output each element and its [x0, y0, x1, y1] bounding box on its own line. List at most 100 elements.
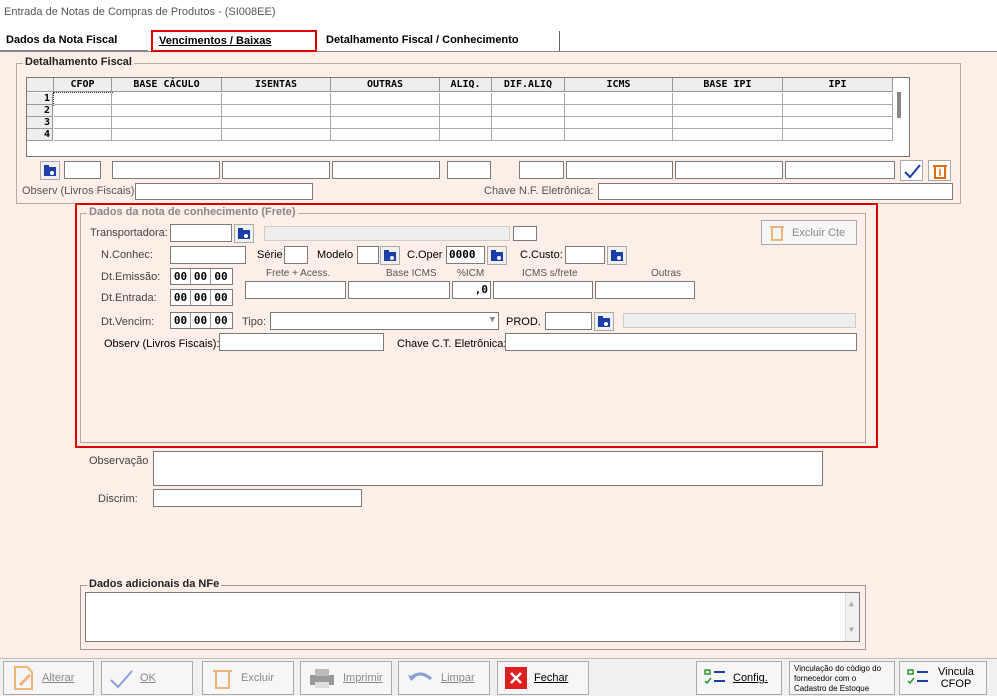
ok-button[interactable]: OK — [101, 661, 193, 695]
grid-cell[interactable] — [112, 117, 222, 129]
col-header-icms[interactable]: ICMS — [565, 78, 673, 92]
grid-cell[interactable] — [54, 105, 112, 117]
col-header-cfop[interactable]: CFOP — [54, 78, 112, 92]
grid-cell[interactable] — [492, 105, 565, 117]
grid-cell[interactable] — [440, 129, 492, 141]
tab-vencimentos-baixas[interactable]: Vencimentos / Baixas — [151, 30, 317, 52]
transportadora-lookup-button[interactable] — [234, 224, 254, 243]
grid-cell[interactable] — [673, 93, 783, 105]
limpar-button[interactable]: Limpar — [398, 661, 490, 695]
excluir-button[interactable]: Excluir — [202, 661, 294, 695]
grid-cell[interactable] — [331, 117, 440, 129]
grid-cell[interactable] — [783, 129, 893, 141]
grid-cell[interactable] — [673, 129, 783, 141]
observ-livros-input[interactable] — [135, 183, 313, 200]
isentas-input[interactable] — [222, 161, 330, 179]
grid-cell[interactable] — [331, 105, 440, 117]
prod-input[interactable] — [545, 312, 592, 330]
prod-lookup-button[interactable] — [594, 312, 614, 331]
grid-cell[interactable] — [492, 117, 565, 129]
discrim-input[interactable] — [153, 489, 362, 507]
grid-cell[interactable] — [54, 129, 112, 141]
grid-cell[interactable] — [565, 129, 673, 141]
grid-cell[interactable] — [331, 129, 440, 141]
grid-cell[interactable] — [331, 93, 440, 105]
grid-cell[interactable] — [112, 129, 222, 141]
fiscal-grid[interactable]: CFOP BASE CÁCULO ISENTAS OUTRAS ALIQ. DI… — [26, 77, 910, 157]
grid-cell[interactable] — [53, 92, 113, 106]
grid-cell[interactable] — [222, 117, 331, 129]
dif-aliq-input[interactable] — [519, 161, 564, 179]
modelo-lookup-button[interactable] — [380, 246, 400, 265]
config-button[interactable]: Config. — [696, 661, 782, 695]
col-header-dif-aliq[interactable]: DIF.ALIQ — [492, 78, 565, 92]
grid-cell[interactable] — [222, 105, 331, 117]
grid-cell[interactable] — [54, 117, 112, 129]
outras-input[interactable] — [332, 161, 440, 179]
tab-dados-nota-fiscal[interactable]: Dados da Nota Fiscal — [0, 31, 148, 51]
grid-cell[interactable] — [222, 129, 331, 141]
coper-lookup-button[interactable] — [487, 246, 507, 265]
grid-cell[interactable] — [492, 129, 565, 141]
chave-nfe-input[interactable] — [598, 183, 953, 200]
observacao-textarea[interactable] — [153, 451, 823, 486]
chave-cte-input[interactable] — [505, 333, 857, 351]
icms-input[interactable] — [566, 161, 673, 179]
nconhec-input[interactable] — [170, 246, 246, 264]
ipi-input[interactable] — [785, 161, 895, 179]
delete-row-button[interactable] — [928, 160, 951, 181]
nfe-textarea[interactable]: ▲ ▼ — [85, 592, 860, 642]
alterar-button[interactable]: Alterar — [3, 661, 94, 695]
grid-cell[interactable] — [112, 105, 222, 117]
grid-cell[interactable] — [440, 93, 492, 105]
grid-cell[interactable] — [783, 93, 893, 105]
col-header-base-ipi[interactable]: BASE IPI — [673, 78, 783, 92]
cfop-input[interactable] — [64, 161, 101, 179]
icms-frete-input[interactable] — [493, 281, 593, 299]
grid-cell[interactable] — [565, 117, 673, 129]
fechar-button[interactable]: Fechar — [497, 661, 589, 695]
frete-acess-input[interactable] — [245, 281, 346, 299]
frete-observ-input[interactable] — [219, 333, 384, 351]
confirm-button[interactable] — [900, 160, 923, 181]
vincula-cfop-button[interactable]: Vincula CFOP — [899, 661, 987, 695]
grid-cell[interactable] — [673, 117, 783, 129]
serie-input[interactable] — [284, 246, 308, 264]
ccusto-lookup-button[interactable] — [607, 246, 627, 265]
grid-cell[interactable] — [440, 117, 492, 129]
grid-cell[interactable] — [492, 93, 565, 105]
col-header-isentas[interactable]: ISENTAS — [222, 78, 331, 92]
outras-frete-input[interactable] — [595, 281, 695, 299]
imprimir-button[interactable]: Imprimir — [300, 661, 392, 695]
dtemissao-input[interactable]: 00 00 00 — [170, 268, 233, 285]
modelo-input[interactable] — [357, 246, 379, 264]
base-calculo-input[interactable] — [112, 161, 220, 179]
base-ipi-input[interactable] — [675, 161, 783, 179]
col-header-outras[interactable]: OUTRAS — [331, 78, 440, 92]
fiscal-lookup-button[interactable] — [40, 161, 60, 180]
grid-cell[interactable] — [565, 105, 673, 117]
grid-cell[interactable] — [673, 105, 783, 117]
tipo-select[interactable]: ▼ — [270, 312, 499, 330]
excluir-cte-button[interactable]: Excluir Cte — [761, 220, 857, 245]
pct-icm-input[interactable]: ,0 — [452, 281, 491, 299]
col-header-ipi[interactable]: IPI — [783, 78, 893, 92]
dtentrada-input[interactable]: 00 00 00 — [170, 289, 233, 306]
transportadora-input[interactable] — [170, 224, 232, 242]
grid-cell[interactable] — [783, 117, 893, 129]
tab-detalhamento-fiscal[interactable]: Detalhamento Fiscal / Conhecimento — [320, 31, 560, 51]
coper-input[interactable]: 0000 — [446, 246, 485, 264]
grid-cell[interactable] — [440, 105, 492, 117]
grid-cell[interactable] — [565, 93, 673, 105]
transportadora-flag[interactable] — [513, 226, 537, 241]
grid-scrollbar[interactable] — [897, 92, 901, 118]
vinculacao-button[interactable]: Vinculação do código do fornecedor com o… — [789, 661, 895, 695]
base-icms-input[interactable] — [348, 281, 450, 299]
ccusto-input[interactable] — [565, 246, 605, 264]
aliq-input[interactable] — [447, 161, 491, 179]
grid-cell[interactable] — [112, 93, 222, 105]
nfe-scrollbar[interactable]: ▲ ▼ — [845, 593, 859, 641]
grid-cell[interactable] — [222, 93, 331, 105]
grid-cell[interactable] — [783, 105, 893, 117]
dtvencim-input[interactable]: 00 00 00 — [170, 312, 233, 329]
